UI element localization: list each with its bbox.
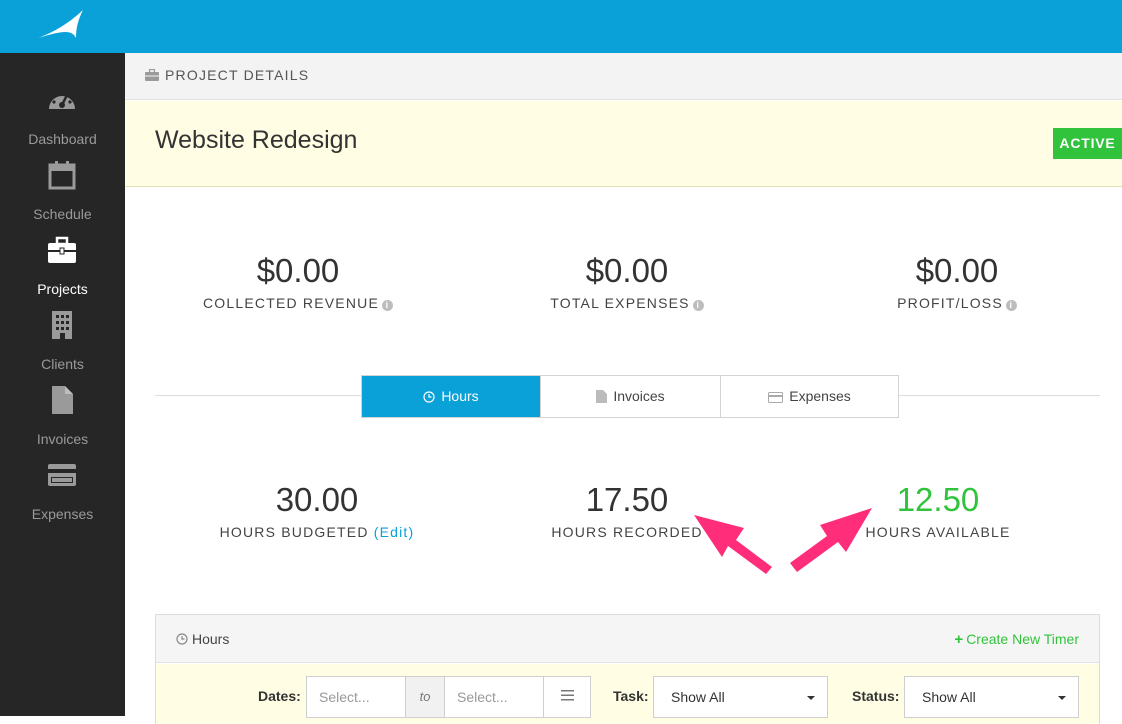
building-icon [52,311,72,339]
sidebar-item-label: Schedule [33,206,92,222]
sidebar-item-projects[interactable]: Projects [0,225,125,300]
hours-available-stat: 12.50 HOURS AVAILABLE [838,480,1038,540]
stat-value: 12.50 [896,481,980,518]
task-label: Task: [613,688,649,704]
clock-icon [176,633,188,645]
info-icon[interactable]: i [1005,300,1017,311]
task-select-value: Show All [671,689,725,705]
chevron-down-icon [807,696,815,700]
panel-header: Hours + Create New Timer [156,615,1099,663]
date-range-menu-button[interactable] [543,676,591,718]
hours-recorded-stat: 17.50 HOURS RECORDED [527,480,727,540]
credit-card-icon [48,464,76,486]
stat-value: $0.00 [915,252,999,289]
stat-label: HOURS RECORDED [551,524,703,540]
project-banner: Website Redesign ACTIVE [125,101,1122,187]
total-expenses-stat: $0.00 TOTAL EXPENSES i [527,251,727,311]
stat-label: TOTAL EXPENSES [550,295,690,311]
status-label: Status: [852,688,900,704]
list-icon [560,690,574,701]
document-icon [52,386,73,414]
tab-expenses[interactable]: Expenses [720,376,898,417]
sidebar-item-label: Projects [37,281,88,297]
tab-label: Expenses [789,388,851,404]
info-icon[interactable]: i [692,300,704,311]
edit-budget-link[interactable]: (Edit) [374,524,415,540]
status-select[interactable]: Show All [904,676,1079,718]
dashboard-gauge-icon [49,93,75,109]
create-new-timer-button[interactable]: + Create New Timer [954,631,1079,648]
tab-hours[interactable]: Hours [362,376,540,417]
info-icon[interactable]: i [382,300,393,311]
sidebar-item-label: Expenses [31,506,94,522]
collected-revenue-stat: $0.00 COLLECTED REVENUE i [198,251,398,311]
page-title: PROJECT DETAILS [165,67,310,83]
sidebar-item-expenses[interactable]: Expenses [0,450,125,525]
tab-invoices[interactable]: Invoices [540,376,720,417]
dates-label: Dates: [258,688,301,704]
calendar-icon [48,161,76,190]
sidebar-item-invoices[interactable]: Invoices [0,375,125,450]
stat-value: $0.00 [585,252,669,289]
stat-label: HOURS AVAILABLE [865,524,1011,540]
top-bar [0,0,1122,53]
hours-panel: Hours + Create New Timer Dates: Select...… [155,614,1100,724]
credit-card-icon [768,392,784,403]
plus-icon: + [954,631,964,648]
stat-value: 17.50 [585,481,669,518]
sidebar-item-schedule[interactable]: Schedule [0,150,125,225]
sidebar: Dashboard Schedule Projects Clients Invo… [0,53,125,716]
status-badge: ACTIVE [1053,128,1122,159]
tab-label: Invoices [613,388,665,404]
tab-label: Hours [441,388,479,404]
filter-row: Dates: Select... to Select... Task: Show… [156,664,1099,724]
sidebar-item-clients[interactable]: Clients [0,300,125,375]
task-select[interactable]: Show All [653,676,828,718]
date-to-label: to [406,676,444,718]
stat-value: $0.00 [256,252,340,289]
sidebar-item-label: Dashboard [28,131,97,147]
document-icon [596,390,608,403]
swoosh-logo-icon[interactable] [36,8,86,42]
clock-icon [423,391,435,403]
panel-title: Hours [192,631,230,647]
status-select-value: Show All [922,689,976,705]
detail-tabs: Hours Invoices Expenses [361,375,899,418]
briefcase-icon [145,69,159,81]
stat-value: 30.00 [275,481,359,518]
sidebar-item-label: Invoices [36,431,89,447]
briefcase-icon [48,236,76,263]
date-from-input[interactable]: Select... [306,676,406,718]
hours-budgeted-stat: 30.00 HOURS BUDGETED (Edit) [207,480,427,540]
sidebar-item-label: Clients [41,356,84,372]
project-name: Website Redesign [155,126,358,154]
create-timer-label: Create New Timer [966,631,1079,647]
profit-loss-stat: $0.00 PROFIT/LOSS i [857,251,1057,311]
date-to-input[interactable]: Select... [444,676,544,718]
stat-label: HOURS BUDGETED [219,524,369,540]
chevron-down-icon [1058,696,1066,700]
page-header: PROJECT DETAILS [125,53,1122,100]
stat-label: COLLECTED REVENUE [203,295,379,311]
stat-label: PROFIT/LOSS [897,295,1003,311]
sidebar-item-dashboard[interactable]: Dashboard [0,75,125,150]
